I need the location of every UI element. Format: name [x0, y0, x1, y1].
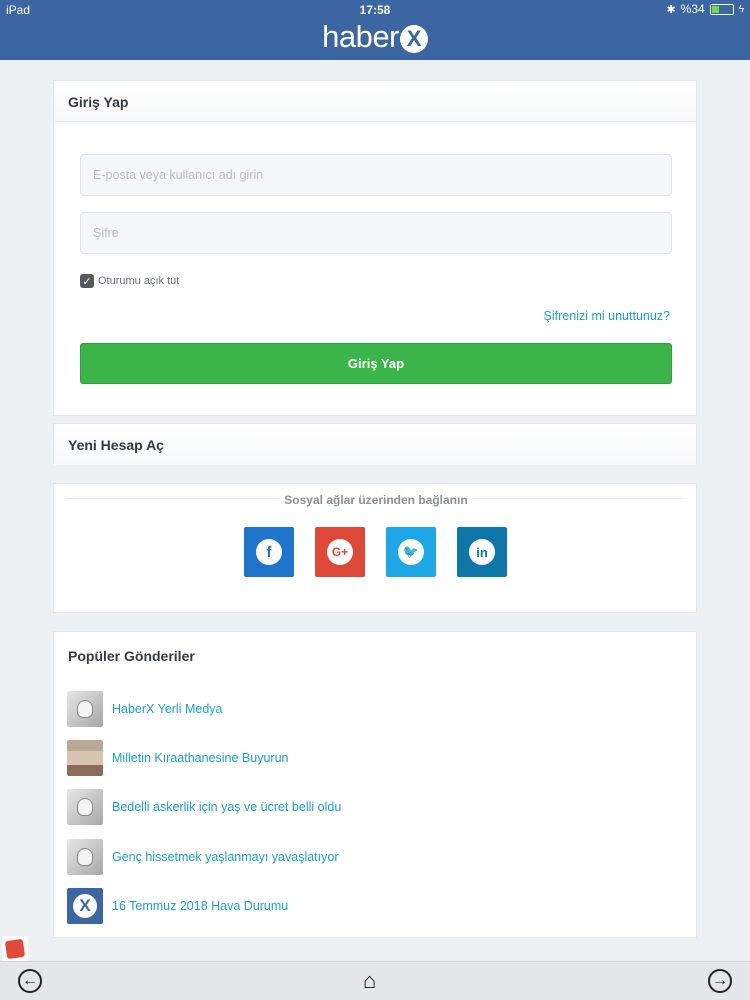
post-link[interactable]: Genç hissetmek yaşlanmayı yavaşlatıyor: [112, 850, 338, 864]
password-input[interactable]: Şifre: [80, 212, 672, 254]
bluetooth-icon: ✱: [666, 3, 676, 16]
linkedin-icon: in: [469, 539, 495, 565]
social-login-card: Sosyal ağlar üzerinden bağlanın f G+ 🐦 i…: [53, 483, 697, 613]
checkbox-checked-icon[interactable]: ✓: [80, 274, 94, 288]
new-account-card[interactable]: Yeni Hesap Aç: [53, 423, 697, 465]
google-plus-icon: G+: [327, 539, 353, 565]
social-buttons: f G+ 🐦 in: [244, 527, 507, 577]
arrow-left-circle-icon[interactable]: ←: [18, 969, 42, 993]
google-plus-button[interactable]: G+: [315, 527, 365, 577]
post-link[interactable]: Milletin Kıraathanesine Buyurun: [112, 751, 289, 765]
twitter-button[interactable]: 🐦: [386, 527, 436, 577]
facebook-button[interactable]: f: [244, 527, 294, 577]
home-icon[interactable]: ⌂: [363, 968, 376, 994]
logo-text: haber: [322, 19, 399, 54]
status-right: ✱ %34 ϟ: [666, 2, 744, 16]
browser-toolbar: ← ⌂ →: [0, 961, 750, 1000]
logo-badge: X: [399, 25, 428, 53]
remember-label: Oturumu açık tut: [98, 275, 180, 287]
post-thumbnail[interactable]: [67, 740, 103, 776]
arrow-right-circle-icon[interactable]: →: [708, 969, 732, 993]
app-badge-icon[interactable]: [2, 936, 28, 961]
login-button[interactable]: Giriş Yap: [80, 343, 672, 384]
site-header: haber X: [0, 19, 750, 60]
list-item[interactable]: X 16 Temmuz 2018 Hava Durumu: [67, 888, 288, 924]
battery-icon: [709, 3, 734, 15]
twitter-icon: 🐦: [398, 539, 424, 565]
email-input[interactable]: E-posta veya kullanıcı adı girin: [80, 154, 672, 196]
forgot-password-link[interactable]: Şifrenizi mi unuttunuz?: [544, 309, 670, 323]
post-thumbnail[interactable]: X: [67, 888, 103, 924]
clock: 17:58: [359, 3, 391, 17]
post-link[interactable]: 16 Temmuz 2018 Hava Durumu: [112, 899, 288, 913]
battery-percent: %34: [680, 2, 705, 16]
list-item[interactable]: Bedelli askerlik için yaş ve ücret belli…: [67, 789, 341, 825]
post-link[interactable]: HaberX Yerli Medya: [112, 702, 222, 716]
list-item[interactable]: Genç hissetmek yaşlanmayı yavaşlatıyor: [67, 839, 338, 875]
post-thumbnail[interactable]: [67, 789, 103, 825]
status-bar: iPad 17:58 ✱ %34 ϟ: [0, 0, 750, 20]
list-item[interactable]: Milletin Kıraathanesine Buyurun: [67, 740, 289, 776]
social-title: Sosyal ağlar üzerinden bağlanın: [278, 493, 474, 507]
login-card: Giriş Yap E-posta veya kullanıcı adı gir…: [53, 80, 697, 416]
facebook-icon: f: [256, 539, 282, 565]
new-account-title[interactable]: Yeni Hesap Aç: [54, 424, 696, 465]
post-thumbnail[interactable]: [67, 691, 103, 727]
post-thumbnail[interactable]: [67, 839, 103, 875]
list-item[interactable]: HaberX Yerli Medya: [67, 691, 222, 727]
login-title: Giriş Yap: [54, 81, 696, 122]
linkedin-button[interactable]: in: [457, 527, 507, 577]
popular-title: Popüler Gönderiler: [68, 648, 195, 664]
remember-me[interactable]: ✓ Oturumu açık tut: [80, 274, 179, 288]
popular-posts-card: Popüler Gönderiler HaberX Yerli Medya Mi…: [53, 631, 697, 938]
charging-icon: ϟ: [738, 3, 744, 15]
post-link[interactable]: Bedelli askerlik için yaş ve ücret belli…: [112, 800, 341, 814]
haberx-logo[interactable]: haber X: [322, 19, 428, 55]
